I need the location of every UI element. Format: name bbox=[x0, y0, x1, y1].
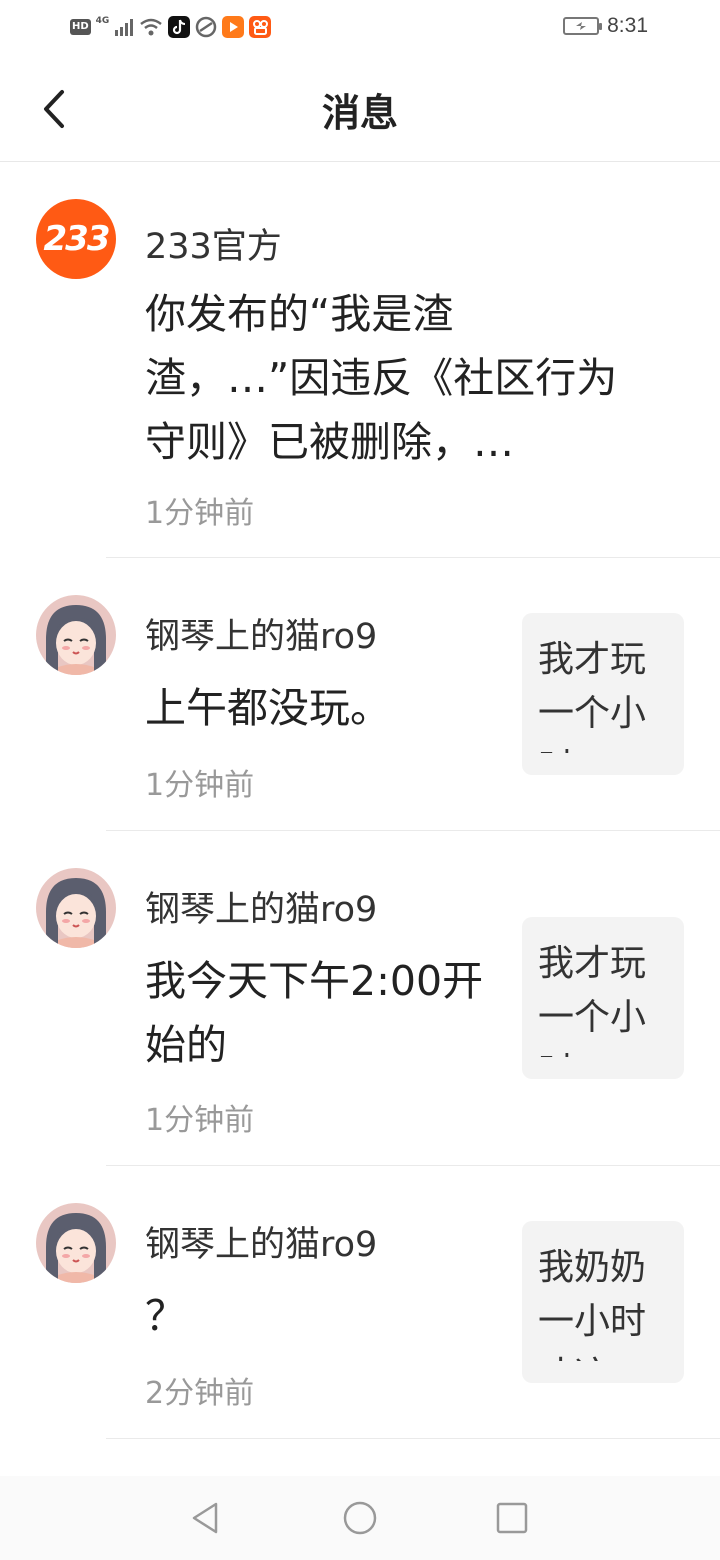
quoted-content[interactable]: 我才玩一个小时 bbox=[522, 917, 684, 1079]
hd-badge: HD bbox=[70, 19, 91, 35]
message-text: 上午都没玩。 bbox=[145, 684, 391, 732]
system-nav-bar bbox=[0, 1476, 720, 1560]
nav-back-button[interactable] bbox=[186, 1498, 226, 1538]
network-type: 4G bbox=[95, 16, 110, 26]
nav-home-button[interactable] bbox=[340, 1498, 380, 1538]
home-circle-icon bbox=[343, 1501, 377, 1535]
quoted-text: 我才玩一个小时 bbox=[538, 639, 647, 753]
page-title: 消息 bbox=[321, 91, 398, 135]
message-list: 233 233官方 你发布的“我是渣渣，…”因违反《社区行为守则》已被删除，… … bbox=[0, 162, 720, 1439]
message-item[interactable]: 钢琴上的猫ro9 上午都没玩。 1分钟前 我才玩一个小时 bbox=[0, 558, 720, 831]
divider bbox=[106, 1438, 720, 1439]
message-text: ？ bbox=[145, 1292, 186, 1340]
quoted-content[interactable]: 我才玩一个小时 bbox=[522, 613, 684, 775]
anime-girl-avatar-icon bbox=[36, 1203, 116, 1283]
message-time: 1分钟前 bbox=[145, 768, 255, 803]
quoted-text: 我才玩一个小时 bbox=[538, 943, 647, 1057]
user-avatar[interactable] bbox=[36, 868, 116, 948]
kuaishou-icon bbox=[249, 16, 272, 38]
battery-charging-icon bbox=[563, 17, 603, 35]
message-item[interactable]: 233 233官方 你发布的“我是渣渣，…”因违反《社区行为守则》已被删除，… … bbox=[0, 162, 720, 558]
app-header: 消息 bbox=[0, 56, 720, 162]
message-time: 1分钟前 bbox=[145, 1103, 255, 1138]
clock: 8:31 bbox=[607, 14, 648, 37]
avatar-logo-text: 233 bbox=[43, 219, 111, 259]
sender-name: 钢琴上的猫ro9 bbox=[145, 1225, 378, 1265]
official-avatar[interactable]: 233 bbox=[36, 199, 116, 279]
quoted-text: 我奶奶一小时才这 bbox=[538, 1247, 647, 1361]
tiktok-icon bbox=[168, 16, 191, 38]
recents-square-icon bbox=[496, 1502, 528, 1534]
sender-name: 钢琴上的猫ro9 bbox=[145, 617, 378, 657]
quoted-content[interactable]: 我奶奶一小时才这 bbox=[522, 1221, 684, 1383]
back-triangle-icon bbox=[192, 1502, 218, 1534]
user-avatar[interactable] bbox=[36, 1203, 116, 1283]
user-avatar[interactable] bbox=[36, 595, 116, 675]
message-time: 1分钟前 bbox=[145, 496, 255, 531]
sender-name: 233官方 bbox=[145, 227, 282, 267]
signal-icon bbox=[115, 19, 134, 36]
wifi-icon bbox=[140, 18, 163, 36]
anime-girl-avatar-icon bbox=[36, 595, 116, 675]
message-text: 我今天下午2:00开始的 bbox=[145, 957, 484, 1069]
video-app-icon bbox=[222, 16, 245, 38]
message-text: 你发布的“我是渣渣，…”因违反《社区行为守则》已被删除，… bbox=[145, 290, 618, 466]
browser-icon bbox=[195, 16, 218, 38]
status-bar: HD 4G 8:31 bbox=[0, 0, 720, 56]
anime-girl-avatar-icon bbox=[36, 868, 116, 948]
message-time: 2分钟前 bbox=[145, 1376, 255, 1411]
message-item[interactable]: 钢琴上的猫ro9 我今天下午2:00开始的 1分钟前 我才玩一个小时 bbox=[0, 831, 720, 1166]
message-item[interactable]: 钢琴上的猫ro9 ？ 2分钟前 我奶奶一小时才这 bbox=[0, 1166, 720, 1439]
status-icons-left: HD 4G bbox=[70, 16, 272, 38]
sender-name: 钢琴上的猫ro9 bbox=[145, 890, 378, 930]
status-icons-right: 8:31 bbox=[563, 14, 648, 38]
nav-recents-button[interactable] bbox=[492, 1498, 532, 1538]
